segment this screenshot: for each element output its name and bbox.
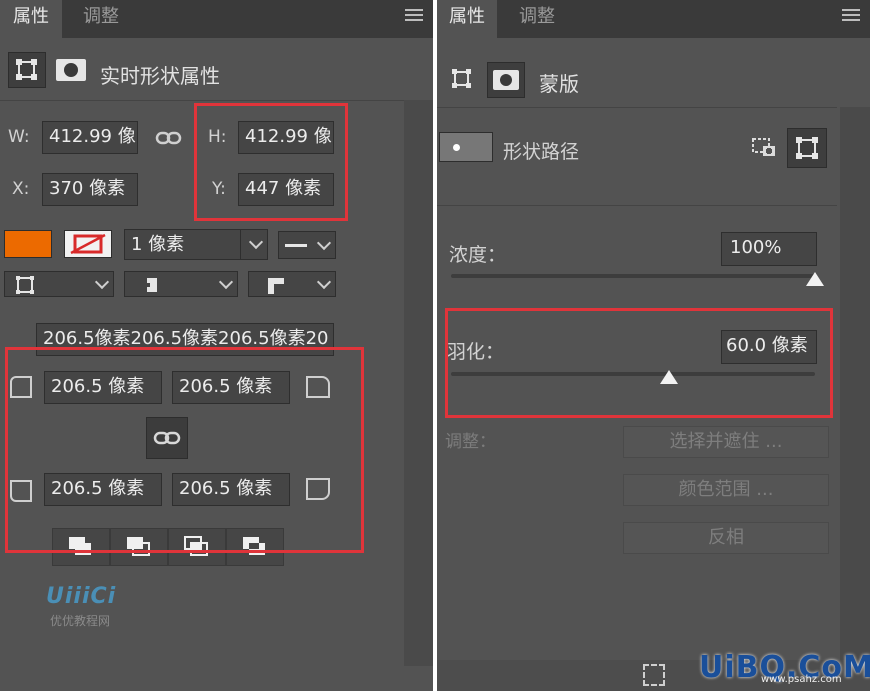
line-join-icon (268, 278, 284, 294)
stroke-type-select[interactable] (278, 231, 336, 259)
highlight-frame-feather (445, 308, 833, 418)
shape-transform-icon[interactable] (8, 52, 46, 88)
width-field[interactable]: 412.99 像 (42, 121, 138, 154)
stroke-color-icon[interactable] (64, 230, 112, 258)
watermark-text: 优优教程网 (50, 614, 111, 628)
color-range-button[interactable]: 颜色范围 ... (623, 474, 829, 506)
chevron-down-icon (218, 274, 234, 290)
x-label: X: (12, 179, 30, 199)
site-watermark-sub: www.psahz.com (761, 674, 842, 685)
tab-adjustments[interactable]: 调整 (62, 0, 140, 38)
highlight-frame-corners (5, 347, 364, 553)
density-field[interactable]: 100% (721, 232, 817, 266)
tab-adjustments[interactable]: 调整 (497, 0, 577, 38)
x-field[interactable]: 370 像素 (42, 173, 138, 206)
shape-transform-icon[interactable] (449, 66, 477, 92)
properties-panel-left: 属性 调整 实时形状属性 W: 412.99 像 X: 370 像素 H: 41… (0, 0, 433, 691)
width-label: W: (8, 127, 30, 147)
divider (437, 205, 837, 206)
vector-mask-icon (796, 137, 818, 159)
scrollbar[interactable] (404, 100, 433, 666)
chevron-down-icon (316, 235, 332, 251)
chevron-down-icon (248, 234, 264, 250)
solid-line-icon (285, 244, 307, 247)
tab-properties[interactable]: 属性 (0, 0, 62, 38)
line-cap-icon (144, 278, 157, 292)
shape-path-label: 形状路径 (503, 141, 580, 163)
selection-from-mask-icon[interactable] (643, 664, 665, 686)
scrollbar[interactable] (840, 107, 870, 663)
stroke-cap-select[interactable] (124, 271, 238, 297)
watermark-logo: UiiiCi (46, 584, 117, 609)
path-thumbnail[interactable] (439, 132, 493, 162)
stroke-width-dropdown[interactable] (240, 229, 269, 260)
stroke-join-select[interactable] (248, 271, 336, 297)
panel-title: 实时形状属性 (100, 64, 220, 88)
link-icon[interactable] (155, 127, 183, 149)
path-dot-icon (453, 144, 460, 151)
chevron-down-icon (316, 274, 332, 290)
mask-icon[interactable] (54, 55, 88, 85)
mask-icon[interactable] (487, 62, 525, 98)
panel-menu-icon[interactable] (842, 9, 860, 23)
align-inside-icon (16, 276, 34, 294)
stroke-align-select[interactable] (4, 271, 114, 297)
highlight-frame-size (194, 103, 348, 221)
panel-menu-icon[interactable] (405, 9, 423, 23)
fill-color-swatch[interactable] (4, 230, 52, 258)
divider (0, 100, 433, 101)
density-slider[interactable] (451, 274, 815, 278)
load-selection-icon[interactable] (751, 136, 779, 160)
density-label: 浓度： (449, 244, 507, 266)
tab-bar: 属性 调整 (437, 0, 870, 38)
chevron-down-icon (94, 274, 110, 290)
density-slider-thumb[interactable] (806, 272, 824, 286)
adjust-label: 调整： (445, 432, 496, 452)
tab-bar: 属性 调整 (0, 0, 433, 38)
divider (437, 107, 837, 108)
stroke-width-value: 1 像素 (131, 234, 185, 255)
tab-properties[interactable]: 属性 (437, 0, 497, 38)
apply-vector-mask-button[interactable] (787, 128, 827, 168)
invert-button[interactable]: 反相 (623, 522, 829, 554)
select-and-mask-button[interactable]: 选择并遮住 ... (623, 426, 829, 458)
properties-panel-right: 属性 调整 蒙版 形状路径 浓度： 100% 羽化： 60.0 像素 调整： 选… (437, 0, 870, 691)
panel-title: 蒙版 (539, 72, 579, 96)
